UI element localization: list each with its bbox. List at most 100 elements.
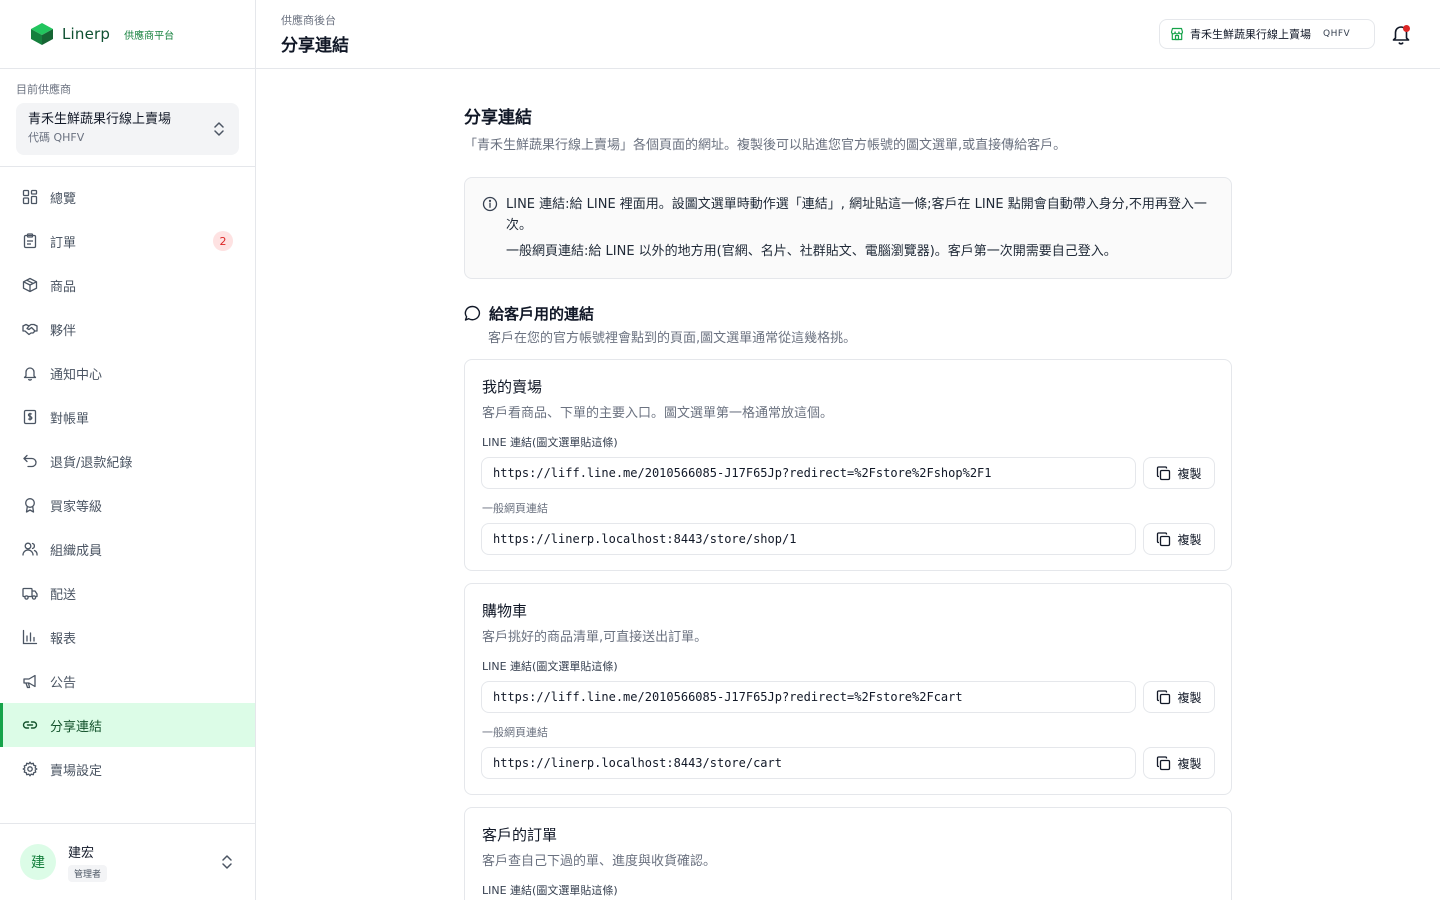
sidebar-item-products[interactable]: 商品 <box>0 263 255 307</box>
sidebar-item-label: 夥伴 <box>50 323 77 339</box>
link-card-customer-orders: 客戶的訂單 客戶查自己下過的單、進度與收貨確認。 LINE 連結(圖文選單貼這條… <box>464 807 1232 900</box>
info-icon <box>482 196 498 212</box>
web-link-label: 一般網頁連結 <box>482 502 548 515</box>
user-name: 建宏 <box>68 846 95 861</box>
line-url-field[interactable] <box>481 457 1136 489</box>
chat-bubble-icon <box>464 305 481 321</box>
bar-chart-icon <box>22 629 38 645</box>
page-description: 「青禾生鮮蔬果行線上賣場」各個頁面的網址。複製後可以貼進您官方帳號的圖文選單,或… <box>464 138 1067 153</box>
chevron-up-down-icon <box>222 855 232 869</box>
brand[interactable]: Linerp 供應商平台 <box>0 0 255 69</box>
sidebar-item-label: 組織成員 <box>50 543 103 559</box>
sidebar-item-share-links[interactable]: 分享連結 <box>0 703 255 747</box>
users-icon <box>22 542 38 556</box>
card-title: 客戶的訂單 <box>482 826 558 844</box>
link-icon <box>22 721 38 729</box>
card-title: 我的賣場 <box>482 378 543 396</box>
sidebar-item-label: 商品 <box>50 279 77 295</box>
sidebar-item-delivery[interactable]: 配送 <box>0 571 255 615</box>
web-url-field[interactable] <box>481 747 1136 779</box>
sidebar-item-label: 買家等級 <box>50 499 103 515</box>
orders-count-badge: 2 <box>213 231 233 251</box>
info-line-web-link: 一般網頁連結:給 LINE 以外的地方用(官網、名片、社群貼文、電腦瀏覽器)。客… <box>506 244 1117 259</box>
line-url-field[interactable] <box>481 681 1136 713</box>
copy-label: 複製 <box>1177 756 1202 771</box>
web-url-field[interactable] <box>481 523 1136 555</box>
section-title: 給客戶用的連結 <box>489 305 595 323</box>
sidebar: Linerp 供應商平台 目前供應商 青禾生鮮蔬果行線上賣場 代碼 QHFV 總… <box>0 0 256 900</box>
sidebar-item-label: 分享連結 <box>50 719 103 735</box>
bell-icon <box>23 367 37 381</box>
dashboard-icon <box>22 189 38 205</box>
supplier-caption: 目前供應商 <box>16 83 71 96</box>
supplier-switcher[interactable]: 青禾生鮮蔬果行線上賣場 代碼 QHFV <box>16 103 239 155</box>
copy-icon <box>1157 755 1171 770</box>
copy-icon <box>1157 689 1171 704</box>
card-title: 購物車 <box>482 602 528 620</box>
sidebar-item-announcements[interactable]: 公告 <box>0 659 255 703</box>
link-card-cart: 購物車 客戶挑好的商品清單,可直接送出訂單。 LINE 連結(圖文選單貼這條) … <box>464 583 1232 795</box>
sidebar-item-reports[interactable]: 報表 <box>0 615 255 659</box>
linerp-logo-icon <box>31 23 53 45</box>
sidebar-item-label: 報表 <box>50 631 77 647</box>
card-description: 客戶挑好的商品清單,可直接送出訂單。 <box>482 630 708 645</box>
topbar: 供應商後台 分享連結 青禾生鮮蔬果行線上賣場 QHFV <box>256 0 1440 69</box>
breadcrumb: 供應商後台 <box>281 14 336 27</box>
copy-icon <box>1157 531 1171 546</box>
store-chip-button[interactable]: 青禾生鮮蔬果行線上賣場 QHFV <box>1159 19 1375 49</box>
supplier-name: 青禾生鮮蔬果行線上賣場 <box>28 112 172 127</box>
receipt-icon <box>23 409 37 425</box>
sidebar-item-partners[interactable]: 夥伴 <box>0 307 255 351</box>
settings-icon <box>22 761 38 777</box>
sidebar-item-label: 賣場設定 <box>50 763 103 779</box>
sidebar-item-label: 對帳單 <box>50 411 90 427</box>
copy-web-url-button[interactable]: 複製 <box>1143 523 1215 555</box>
copy-label: 複製 <box>1177 532 1202 547</box>
store-chip-name: 青禾生鮮蔬果行線上賣場 <box>1190 28 1311 41</box>
megaphone-icon <box>23 674 36 689</box>
page-header-title: 分享連結 <box>281 36 349 56</box>
store-chip-code: QHFV <box>1323 29 1351 39</box>
package-icon <box>22 277 38 293</box>
user-role-badge: 管理者 <box>68 865 108 882</box>
sidebar-item-label: 退貨/退款紀錄 <box>50 455 133 471</box>
notification-bell-button[interactable] <box>1390 22 1412 46</box>
copy-label: 複製 <box>1177 690 1202 705</box>
notification-dot <box>1403 25 1410 32</box>
sidebar-item-label: 通知中心 <box>50 367 103 383</box>
sidebar-item-orders[interactable]: 訂單 2 <box>0 219 255 263</box>
copy-label: 複製 <box>1177 466 1202 481</box>
sidebar-item-returns[interactable]: 退貨/退款紀錄 <box>0 439 255 483</box>
sidebar-item-notifications[interactable]: 通知中心 <box>0 351 255 395</box>
line-link-label: LINE 連結(圖文選單貼這條) <box>482 660 618 673</box>
copy-line-url-button[interactable]: 複製 <box>1143 457 1215 489</box>
sidebar-item-overview[interactable]: 總覽 <box>0 175 255 219</box>
user-info: 建宏 管理者 <box>68 842 108 882</box>
sidebar-item-label: 公告 <box>50 675 77 691</box>
line-link-label: LINE 連結(圖文選單貼這條) <box>482 436 618 449</box>
page-title: 分享連結 <box>464 108 532 128</box>
sidebar-item-label: 總覽 <box>50 191 77 207</box>
copy-line-url-button[interactable]: 複製 <box>1143 681 1215 713</box>
sidebar-item-statements[interactable]: 對帳單 <box>0 395 255 439</box>
user-menu[interactable]: 建 建宏 管理者 <box>0 823 255 900</box>
chevron-up-down-icon <box>214 122 224 136</box>
sidebar-item-buyer-levels[interactable]: 買家等級 <box>0 483 255 527</box>
sidebar-item-members[interactable]: 組織成員 <box>0 527 255 571</box>
line-link-label: LINE 連結(圖文選單貼這條) <box>482 884 618 897</box>
brand-tag: 供應商平台 <box>124 30 175 42</box>
sidebar-item-label: 訂單 <box>50 235 77 251</box>
info-box: LINE 連結:給 LINE 裡面用。設圖文選單時動作選「連結」, 網址貼這一條… <box>464 177 1232 279</box>
supplier-code: 代碼 QHFV <box>28 131 85 144</box>
supplier-section: 目前供應商 青禾生鮮蔬果行線上賣場 代碼 QHFV <box>0 69 255 167</box>
copy-icon <box>1157 465 1171 480</box>
sidebar-item-store-settings[interactable]: 賣場設定 <box>0 747 255 791</box>
card-description: 客戶查自己下過的單、進度與收貨確認。 <box>482 854 717 869</box>
truck-icon <box>22 587 38 600</box>
clipboard-icon <box>23 233 37 249</box>
web-link-label: 一般網頁連結 <box>482 726 548 739</box>
brand-name: Linerp <box>62 25 111 43</box>
store-icon <box>1170 27 1184 41</box>
copy-web-url-button[interactable]: 複製 <box>1143 747 1215 779</box>
sidebar-item-label: 配送 <box>50 587 77 603</box>
